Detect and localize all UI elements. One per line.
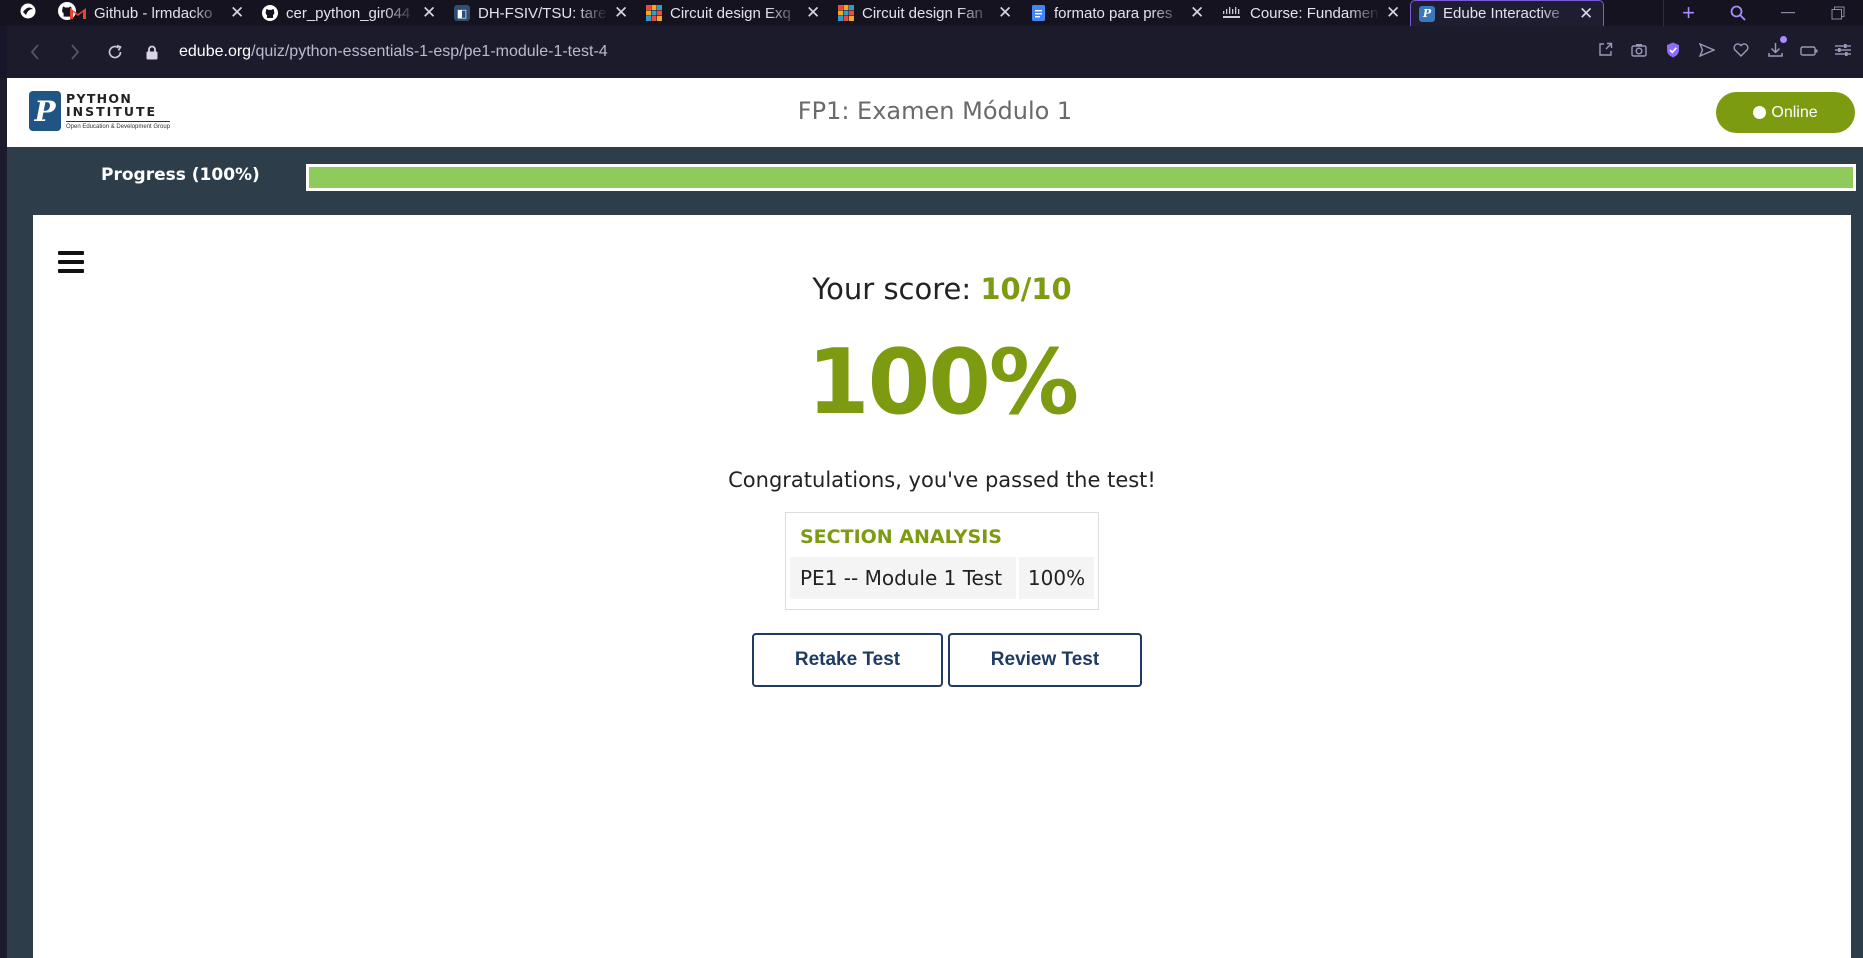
docs-icon — [1030, 5, 1046, 21]
section-analysis-table: SECTION ANALYSIS PE1 -- Module 1 Test 10… — [785, 512, 1099, 610]
progress-fill — [309, 167, 1853, 188]
close-icon[interactable]: ✕ — [422, 3, 436, 23]
close-icon[interactable]: ✕ — [230, 3, 244, 23]
close-icon[interactable]: ✕ — [998, 3, 1012, 23]
page-title: FP1: Examen Módulo 1 — [797, 97, 1073, 125]
section-analysis-title: SECTION ANALYSIS — [800, 526, 1002, 548]
tab-title: formato para pres — [1054, 4, 1173, 22]
tinkercad-icon — [646, 5, 662, 21]
score-line: Your score: 10/10 — [33, 272, 1851, 306]
review-test-button[interactable]: Review Test — [948, 633, 1142, 687]
score-value: 10/10 — [980, 272, 1072, 306]
section-score: 100% — [1019, 557, 1094, 599]
camera-icon[interactable] — [1629, 42, 1649, 62]
python-institute-icon: P — [1419, 5, 1435, 22]
close-icon[interactable]: ✕ — [1190, 3, 1204, 23]
settings-sliders-icon[interactable] — [1833, 42, 1853, 62]
repo-icon: ◧ — [454, 5, 470, 21]
restore-button[interactable] — [1813, 0, 1863, 26]
vpn-shield-icon[interactable] — [1663, 42, 1683, 63]
share-icon[interactable] — [1595, 42, 1615, 62]
url-path: /quiz/python-essentials-1-esp/pe1-module… — [251, 43, 608, 60]
tab-title: DH-FSIV/TSU: tare — [478, 4, 607, 22]
browser-logo-area — [0, 0, 76, 26]
section-name: PE1 -- Module 1 Test — [790, 557, 1016, 599]
send-icon[interactable] — [1697, 42, 1717, 62]
tab-gmail[interactable]: Github - lrmdacko ✕ — [62, 0, 254, 26]
tab-title: cer_python_gir044 — [286, 4, 411, 22]
heart-icon[interactable] — [1731, 42, 1751, 62]
progress-bar — [306, 164, 1856, 191]
tab-title: Github - lrmdacko — [94, 4, 213, 22]
tinkercad-icon — [838, 5, 854, 21]
search-tabs-icon[interactable] — [1713, 0, 1763, 26]
retake-test-button[interactable]: Retake Test — [752, 633, 943, 687]
score-label: Your score: — [812, 272, 981, 306]
results-panel: Your score: 10/10 100% Congratulations, … — [33, 215, 1851, 958]
toolbar-icons — [1595, 36, 1863, 63]
tab-title: Edube Interactive — [1443, 5, 1560, 22]
progress-label: Progress (100%) — [101, 165, 260, 185]
download-badge — [1780, 36, 1787, 43]
github-icon — [262, 5, 278, 21]
battery-icon[interactable] — [1799, 42, 1819, 62]
close-icon[interactable]: ✕ — [1386, 3, 1400, 23]
lock-icon[interactable] — [135, 45, 169, 60]
tab-cisco-course[interactable]: Course: Fundamen ✕ — [1214, 0, 1410, 26]
download-icon[interactable] — [1765, 36, 1787, 62]
site-header: P PYTHON INSTITUTE Open Education & Deve… — [7, 78, 1863, 147]
table-row: PE1 -- Module 1 Test 100% — [790, 557, 1094, 599]
online-label: Online — [1771, 103, 1818, 121]
online-dot-icon — [1753, 106, 1767, 119]
close-icon[interactable]: ✕ — [614, 3, 628, 23]
new-tab-button[interactable]: + — [1663, 0, 1713, 26]
online-status-button[interactable]: Online — [1716, 92, 1855, 133]
tab-edube-active[interactable]: P Edube Interactive ✕ — [1410, 0, 1604, 26]
gmail-icon — [70, 5, 86, 21]
score-percent: 100% — [806, 330, 1079, 435]
congrats-message: Congratulations, you've passed the test! — [728, 468, 1156, 492]
tab-title: Course: Fundamen — [1250, 4, 1379, 22]
reload-icon[interactable] — [95, 44, 135, 60]
cisco-icon — [1222, 5, 1242, 21]
tab-circuit-design-2[interactable]: Circuit design Fan ✕ — [830, 0, 1022, 26]
page: P PYTHON INSTITUTE Open Education & Deve… — [7, 78, 1863, 958]
tab-title: Circuit design Exq — [670, 4, 791, 22]
close-icon[interactable]: ✕ — [1579, 4, 1593, 24]
tab-github-repo[interactable]: cer_python_gir044 ✕ — [254, 0, 446, 26]
back-arrow-icon[interactable] — [15, 44, 55, 60]
tab-google-docs[interactable]: formato para pres ✕ — [1022, 0, 1214, 26]
tab-dh-fsiv[interactable]: ◧ DH-FSIV/TSU: tare ✕ — [446, 0, 638, 26]
tab-circuit-design-1[interactable]: Circuit design Exq ✕ — [638, 0, 830, 26]
browser-menu-icon[interactable] — [20, 3, 36, 24]
window-controls: + — [1663, 0, 1863, 26]
url-field[interactable]: edube.org/quiz/python-essentials-1-esp/p… — [179, 43, 608, 61]
close-icon[interactable]: ✕ — [806, 3, 820, 23]
hamburger-menu-icon[interactable] — [58, 251, 84, 273]
url-domain: edube.org — [179, 43, 252, 60]
browser-addressbar: edube.org/quiz/python-essentials-1-esp/p… — [0, 26, 1863, 78]
forward-arrow-icon[interactable] — [55, 44, 95, 60]
progress-row: Progress (100%) — [7, 147, 1863, 205]
tab-title: Circuit design Fan — [862, 4, 983, 22]
browser-tabbar: Github - lrmdacko ✕ cer_python_gir044 ✕ … — [0, 0, 1863, 26]
minimize-button[interactable] — [1763, 0, 1813, 26]
